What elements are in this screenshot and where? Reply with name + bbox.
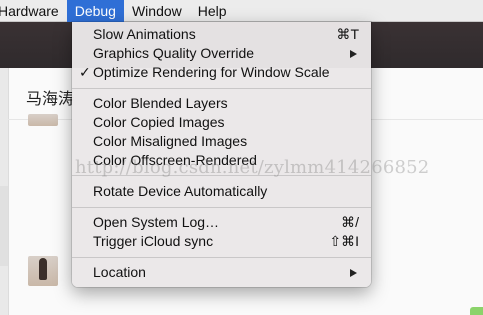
menu-item-label: Location bbox=[93, 264, 146, 280]
avatar bbox=[28, 114, 58, 126]
submenu-arrow-icon bbox=[350, 50, 357, 58]
watermark: http://blog.csdn.net/zylmm414266852 bbox=[75, 157, 430, 178]
menu-debug[interactable]: Debug bbox=[66, 0, 124, 22]
menu-window[interactable]: Window bbox=[124, 0, 190, 22]
shortcut-label: ⇧⌘I bbox=[329, 233, 359, 249]
menu-item-label: Color Copied Images bbox=[93, 114, 225, 130]
menu-separator bbox=[72, 88, 371, 89]
menu-separator bbox=[72, 207, 371, 208]
menu-item-color-blended-layers[interactable]: Color Blended Layers bbox=[72, 94, 371, 113]
menu-item-label: Optimize Rendering for Window Scale bbox=[93, 64, 330, 80]
menu-item-open-system-log[interactable]: Open System Log… ⌘/ bbox=[72, 213, 371, 232]
menu-item-graphics-quality-override[interactable]: Graphics Quality Override bbox=[72, 44, 371, 63]
menu-item-label: Open System Log… bbox=[93, 214, 220, 230]
menu-item-label: Rotate Device Automatically bbox=[93, 183, 268, 199]
menu-help[interactable]: Help bbox=[190, 0, 235, 22]
sidebar-selection bbox=[0, 186, 8, 266]
menu-item-location[interactable]: Location bbox=[72, 263, 371, 282]
menu-bar: Hardware Debug Window Help bbox=[0, 0, 483, 22]
menu-item-label: Slow Animations bbox=[93, 26, 196, 42]
submenu-arrow-icon bbox=[350, 269, 357, 277]
shortcut-label: ⌘/ bbox=[341, 214, 359, 230]
menu-item-optimize-rendering[interactable]: ✓ Optimize Rendering for Window Scale bbox=[72, 63, 371, 82]
menu-item-trigger-icloud-sync[interactable]: Trigger iCloud sync ⇧⌘I bbox=[72, 232, 371, 251]
menu-item-color-misaligned-images[interactable]: Color Misaligned Images bbox=[72, 132, 371, 151]
chat-user-name: 马海涛 bbox=[26, 91, 75, 108]
menu-item-label: Color Blended Layers bbox=[93, 95, 228, 111]
menu-separator bbox=[72, 257, 371, 258]
menu-item-label: Color Misaligned Images bbox=[93, 133, 248, 149]
app-sidebar bbox=[0, 68, 9, 315]
menu-item-slow-animations[interactable]: Slow Animations ⌘T bbox=[72, 25, 371, 44]
menu-item-label: Trigger iCloud sync bbox=[93, 233, 214, 249]
shortcut-label: ⌘T bbox=[336, 26, 359, 42]
avatar bbox=[28, 256, 58, 286]
menu-item-color-copied-images[interactable]: Color Copied Images bbox=[72, 113, 371, 132]
menu-item-rotate-device[interactable]: Rotate Device Automatically bbox=[72, 182, 371, 201]
send-button[interactable] bbox=[470, 307, 483, 315]
debug-dropdown-menu: Slow Animations ⌘T Graphics Quality Over… bbox=[72, 22, 371, 287]
menu-item-label: Graphics Quality Override bbox=[93, 45, 255, 61]
menu-hardware[interactable]: Hardware bbox=[0, 0, 67, 22]
checkmark-icon: ✓ bbox=[79, 64, 91, 80]
